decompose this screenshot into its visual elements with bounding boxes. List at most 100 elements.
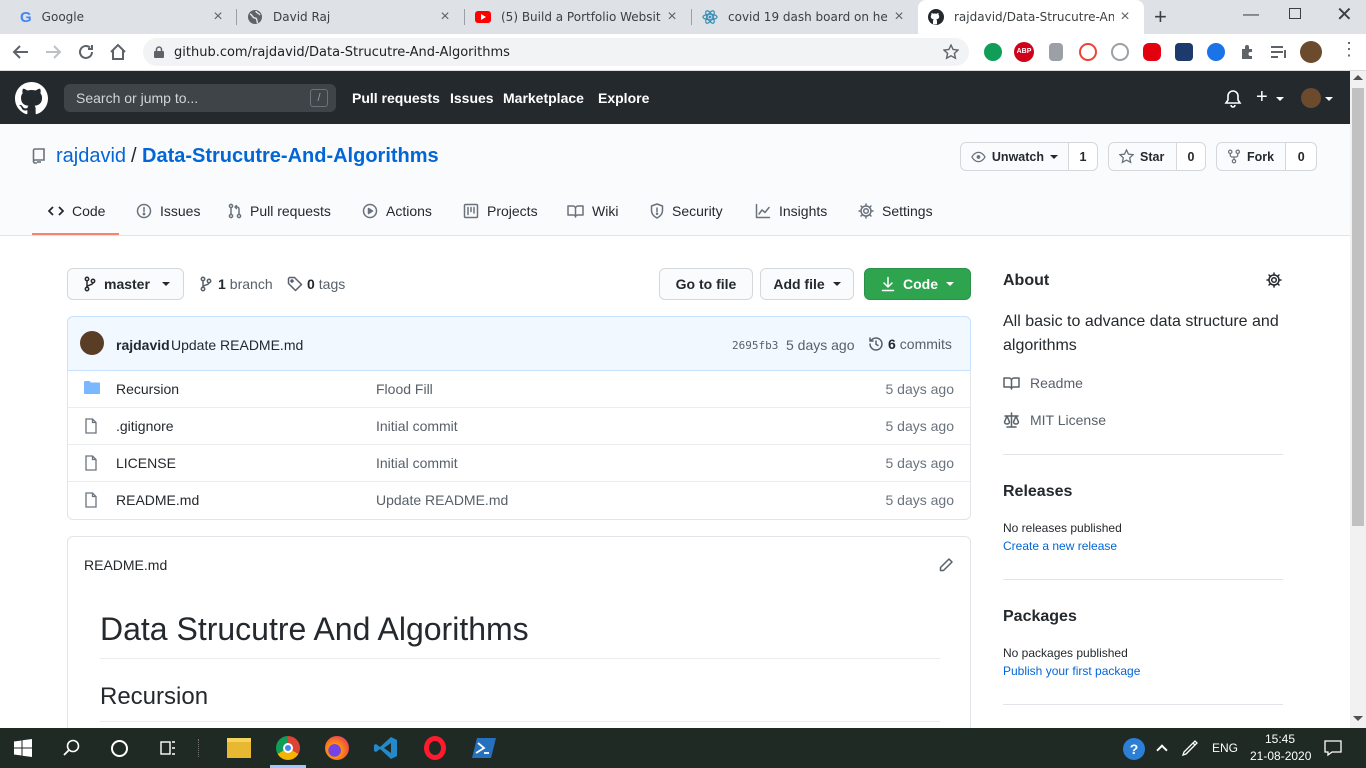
releases-heading[interactable]: Releases: [1003, 483, 1072, 501]
forward-arrow-icon[interactable]: [44, 44, 62, 60]
powershell-icon[interactable]: [472, 737, 496, 759]
extension-icon[interactable]: [1111, 43, 1129, 61]
star-button[interactable]: Star: [1109, 143, 1177, 170]
code-download-button[interactable]: Code: [864, 268, 971, 300]
close-tab-icon[interactable]: ×: [888, 8, 910, 26]
file-name-link[interactable]: .gitignore: [116, 418, 174, 434]
help-icon[interactable]: ?: [1123, 738, 1145, 760]
windows-start-icon[interactable]: [14, 739, 32, 757]
scroll-up-arrow-icon[interactable]: [1353, 75, 1363, 80]
branches-link[interactable]: 1 branch: [200, 276, 273, 292]
extension-icon[interactable]: [1175, 43, 1193, 61]
new-tab-icon[interactable]: +: [1154, 4, 1167, 30]
minimize-window-icon[interactable]: —: [1243, 6, 1259, 24]
browser-tab-david-raj[interactable]: David Raj ×: [237, 0, 464, 34]
file-name-link[interactable]: README.md: [116, 492, 199, 508]
cortana-icon[interactable]: [111, 740, 128, 757]
back-arrow-icon[interactable]: [12, 44, 30, 60]
pen-icon[interactable]: [1181, 739, 1201, 757]
browser-menu-icon[interactable]: ⋮: [1340, 40, 1358, 58]
tab-actions[interactable]: Actions: [362, 200, 432, 222]
tab-code[interactable]: Code: [48, 200, 105, 222]
nav-pull-requests[interactable]: Pull requests: [352, 90, 440, 106]
close-tab-icon[interactable]: ×: [434, 8, 456, 26]
license-link[interactable]: MIT License: [1003, 412, 1106, 428]
packages-heading[interactable]: Packages: [1003, 608, 1077, 626]
file-row-gitignore[interactable]: .gitignore Initial commit 5 days ago: [68, 407, 970, 444]
nav-explore[interactable]: Explore: [598, 90, 649, 106]
file-commit-message-link[interactable]: Initial commit: [376, 418, 458, 434]
tags-link[interactable]: 0 tags: [287, 276, 345, 292]
repo-owner-link[interactable]: rajdavid: [56, 145, 126, 168]
nav-marketplace[interactable]: Marketplace: [503, 90, 584, 106]
close-tab-icon[interactable]: ×: [661, 8, 683, 26]
notifications-bell-icon[interactable]: [1224, 89, 1242, 108]
commits-history-link[interactable]: 6 commits: [868, 336, 952, 352]
page-scrollbar[interactable]: [1350, 71, 1366, 728]
readme-link[interactable]: Readme: [1003, 375, 1083, 391]
close-tab-icon[interactable]: ×: [207, 8, 229, 26]
extension-icon[interactable]: [1049, 43, 1063, 61]
close-tab-icon[interactable]: ×: [1114, 8, 1136, 26]
extension-icon[interactable]: [1143, 43, 1161, 61]
scroll-down-arrow-icon[interactable]: [1353, 716, 1363, 721]
file-row-readme[interactable]: README.md Update README.md 5 days ago: [68, 481, 970, 518]
home-icon[interactable]: [108, 43, 128, 61]
notification-center-icon[interactable]: [1324, 739, 1342, 757]
tab-settings[interactable]: Settings: [858, 200, 933, 222]
commit-author-link[interactable]: rajdavid: [116, 337, 170, 353]
browser-tab-github-active[interactable]: rajdavid/Data-Strucutre-And-A ×: [918, 0, 1144, 34]
close-window-icon[interactable]: ✕: [1336, 2, 1353, 27]
file-row-recursion[interactable]: Recursion Flood Fill 5 days ago: [68, 370, 970, 407]
reload-icon[interactable]: [77, 43, 95, 61]
bookmark-star-icon[interactable]: [943, 44, 959, 60]
user-avatar[interactable]: [1301, 88, 1321, 108]
watchers-count[interactable]: 1: [1069, 143, 1097, 170]
tab-projects[interactable]: Projects: [463, 200, 538, 222]
tab-insights[interactable]: Insights: [755, 200, 827, 222]
branch-select-button[interactable]: master: [67, 268, 184, 300]
vscode-icon[interactable]: [374, 736, 398, 760]
file-commit-message-link[interactable]: Update README.md: [376, 492, 508, 508]
scrollbar-thumb[interactable]: [1352, 88, 1364, 526]
file-commit-message-link[interactable]: Initial commit: [376, 455, 458, 471]
fork-button[interactable]: Fork: [1217, 143, 1287, 170]
maximize-window-icon[interactable]: [1289, 8, 1301, 19]
tab-security[interactable]: Security: [650, 200, 723, 222]
adblock-extension-icon[interactable]: ABP: [1014, 42, 1034, 62]
browser-tab-covid[interactable]: covid 19 dash board on heroku ×: [692, 0, 918, 34]
tab-issues[interactable]: Issues: [136, 200, 200, 222]
firefox-icon[interactable]: [325, 736, 349, 760]
stargazers-count[interactable]: 0: [1177, 143, 1205, 170]
clock-date[interactable]: 21-08-2020: [1250, 749, 1311, 763]
repo-name-link[interactable]: Data-Strucutre-And-Algorithms: [142, 145, 439, 168]
go-to-file-button[interactable]: Go to file: [659, 268, 753, 300]
add-file-button[interactable]: Add file: [760, 268, 854, 300]
global-search-input[interactable]: Search or jump to... /: [64, 84, 336, 112]
forks-count[interactable]: 0: [1286, 143, 1316, 170]
file-name-link[interactable]: LICENSE: [116, 455, 176, 471]
commit-message-link[interactable]: Update README.md: [171, 337, 303, 353]
chrome-icon[interactable]: [276, 736, 300, 760]
unwatch-button[interactable]: Unwatch: [961, 143, 1069, 170]
create-release-link[interactable]: Create a new release: [1003, 539, 1117, 553]
pencil-edit-icon[interactable]: [938, 557, 954, 573]
nav-issues[interactable]: Issues: [450, 90, 494, 106]
address-bar[interactable]: github.com/rajdavid/Data-Strucutre-And-A…: [143, 38, 969, 66]
tab-wiki[interactable]: Wiki: [567, 200, 618, 222]
file-name-link[interactable]: Recursion: [116, 381, 179, 397]
gear-icon[interactable]: [1266, 272, 1282, 288]
tab-pull-requests[interactable]: Pull requests: [228, 200, 331, 222]
publish-package-link[interactable]: Publish your first package: [1003, 664, 1140, 678]
evernote-extension-icon[interactable]: [984, 43, 1002, 61]
file-row-license[interactable]: LICENSE Initial commit 5 days ago: [68, 444, 970, 481]
create-new-plus-icon[interactable]: +: [1256, 86, 1268, 109]
search-icon[interactable]: [63, 739, 81, 757]
browser-tab-youtube[interactable]: (5) Build a Portfolio Website & ×: [465, 0, 691, 34]
commit-sha-link[interactable]: 2695fb3: [732, 339, 778, 352]
browser-tab-google[interactable]: G Google ×: [0, 0, 237, 34]
clock-time[interactable]: 15:45: [1265, 732, 1295, 746]
extension-icon[interactable]: [1079, 43, 1097, 61]
profile-avatar[interactable]: [1300, 41, 1322, 63]
input-language[interactable]: ENG: [1212, 741, 1238, 755]
